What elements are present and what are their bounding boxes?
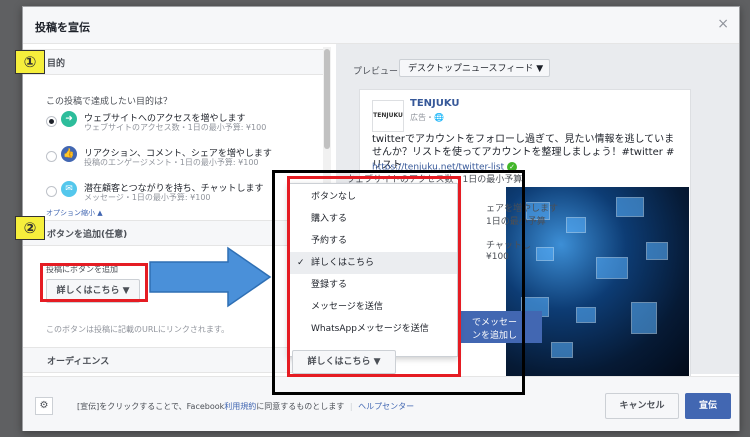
radio[interactable] [46, 151, 57, 162]
goal-subtitle: 投稿のエンゲージメント・1日の最小予算: ¥100 [84, 158, 259, 167]
button-link-note: このボタンは投稿に記載のURLにリンクされます。 [46, 325, 230, 334]
cursor-icon: ➜ [61, 111, 77, 127]
legal-text: に同意するものとします [256, 402, 345, 411]
audience-heading: オーディエンス [47, 357, 110, 367]
goal-option-website[interactable]: ➜ ウェブサイトへのアクセスを増やします ウェブサイトのアクセス数・1日の最小予… [46, 108, 316, 136]
page-name[interactable]: TENJUKU [410, 98, 460, 109]
goal-option-engagement[interactable]: 👍 リアクション、コメント、シェアを増やします 投稿のエンゲージメント・1日の最… [46, 143, 316, 171]
options-collapse-link[interactable]: オプション縮小 ▲ [46, 208, 103, 218]
goal-section-header: 目的 [23, 49, 323, 75]
modal-header: 投稿を宣伝 × [23, 7, 739, 44]
terms-link[interactable]: 利用規約 [224, 402, 256, 411]
post-meta: 広告・🌐 [410, 113, 444, 122]
goal-heading: 目的 [47, 59, 66, 69]
legal-text: [宣伝]をクリックすることで、Facebook [77, 402, 225, 411]
annotation-badge-1: ① [15, 50, 45, 74]
highlight-box [40, 263, 148, 302]
annotation-badge-2: ② [15, 216, 45, 240]
thumbs-up-icon: 👍 [61, 146, 77, 162]
page-logo: TENJUKU [372, 100, 404, 132]
cancel-button[interactable]: キャンセル [605, 393, 679, 419]
close-icon[interactable]: × [717, 16, 729, 32]
footer-legal-text: [宣伝]をクリックすることで、Facebook利用規約に同意するものとします |… [77, 401, 414, 412]
modal-title: 投稿を宣伝 [35, 21, 90, 34]
help-center-link[interactable]: ヘルプセンター [358, 402, 414, 411]
radio-selected[interactable] [46, 116, 57, 127]
chat-bubble-icon: ✉ [61, 181, 77, 197]
separator: | [349, 402, 353, 411]
goal-subtitle: メッセージ・1日の最小予算: ¥100 [84, 193, 211, 202]
radio[interactable] [46, 186, 57, 197]
goal-question: この投稿で達成したい目的は？ [46, 97, 173, 107]
button-heading: ボタンを追加(任意) [47, 230, 128, 240]
highlight-box [287, 176, 461, 377]
goal-subtitle: ウェブサイトのアクセス数・1日の最小予算: ¥100 [84, 123, 267, 132]
gear-icon[interactable]: ⚙ [35, 397, 53, 415]
boost-button[interactable]: 宣伝 [685, 393, 731, 419]
scroll-thumb[interactable] [324, 49, 330, 149]
arrow-right-icon [149, 246, 272, 308]
preview-placement-select[interactable]: デスクトップニュースフィード ▼ [399, 59, 550, 77]
